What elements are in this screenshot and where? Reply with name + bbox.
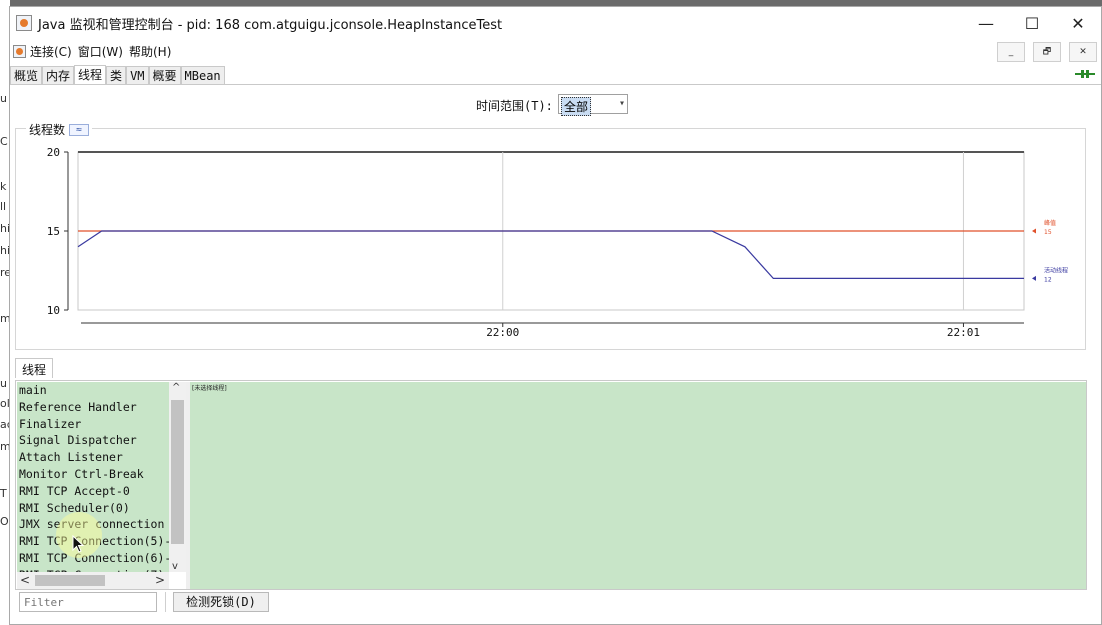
x-tick-label: 22:01 [947, 326, 980, 339]
scroll-up-icon[interactable]: ^ [172, 382, 180, 393]
chevron-down-icon: ▾ [618, 98, 625, 109]
y-tick-label: 15 [47, 225, 60, 238]
bg-char: u [0, 92, 7, 105]
minimize-button[interactable]: — [963, 7, 1009, 39]
close-button[interactable]: ✕ [1055, 7, 1101, 39]
thread-count-chart: 10 15 20 22:00 22:01 峰值 15 活动线程 12 [47, 146, 1068, 339]
y-tick-label: 20 [47, 146, 60, 159]
legend-value: 12 [1044, 276, 1052, 283]
title-bar[interactable]: Java 监视和管理控制台 - pid: 168 com.atguigu.jco… [10, 7, 1101, 39]
threads-area: main Reference Handler Finalizer Signal Dis… [15, 380, 1087, 590]
jconsole-window: Java 监视和管理控制台 - pid: 168 com.atguigu.jco… [9, 6, 1102, 625]
mdi-restore-button[interactable]: 🗗 [1033, 42, 1061, 62]
menu-bar: 连接(C) 窗口(W) 帮助(H) _ 🗗 ✕ [10, 40, 1101, 62]
window-title: Java 监视和管理控制台 - pid: 168 com.atguigu.jco… [38, 17, 503, 33]
scroll-down-icon[interactable]: v [172, 561, 178, 572]
thread-count-chart-panel: 线程数 ≈ 10 15 20 22:00 22:01 峰值 15 活动线程 12 [15, 121, 1086, 350]
bg-char: C [0, 135, 8, 148]
filter-input[interactable] [19, 592, 157, 612]
filter-row: 检测死锁(D) [15, 591, 1087, 617]
detect-deadlock-button[interactable]: 检测死锁(D) [173, 592, 269, 612]
thread-list-item[interactable]: Signal Dispatcher [17, 432, 169, 449]
x-tick-label: 22:00 [486, 326, 519, 339]
tab-overview[interactable]: 概览 [10, 66, 43, 84]
bg-char: k [0, 180, 7, 193]
thread-list-hscrollbar[interactable]: < > [17, 572, 169, 589]
toolbar-separator [165, 592, 166, 612]
legend-value: 15 [1044, 229, 1052, 236]
threads-subtab[interactable]: 线程 [15, 358, 54, 378]
legend-name: 峰值 [1044, 219, 1056, 227]
scroll-right-icon[interactable]: > [155, 573, 165, 587]
menu-connect[interactable]: 连接(C) [30, 43, 72, 60]
thread-list-vscrollbar[interactable]: ^ v [169, 382, 186, 572]
time-range-value: 全部 [561, 97, 592, 116]
tab-classes[interactable]: 类 [106, 66, 127, 84]
tab-mbean[interactable]: MBean [180, 66, 225, 84]
tab-summary[interactable]: 概要 [148, 66, 181, 84]
thread-details-pane: [未选择线程] [190, 382, 1086, 589]
thread-list-item[interactable]: Finalizer [17, 416, 169, 433]
java-app-icon [16, 15, 32, 31]
java-menu-icon[interactable] [13, 44, 26, 58]
thread-list-item[interactable]: Reference Handler [17, 399, 169, 416]
scroll-left-icon[interactable]: < [20, 573, 30, 587]
bg-char: ll [0, 200, 7, 213]
bg-char: O [0, 515, 9, 528]
time-range-select[interactable]: 全部 ▾ [558, 94, 628, 116]
thread-list-item[interactable]: Attach Listener [17, 449, 169, 466]
tab-threads[interactable]: 线程 [74, 65, 107, 84]
maximize-button[interactable]: ☐ [1009, 7, 1055, 39]
series-end-marker [1032, 275, 1036, 281]
menu-window[interactable]: 窗口(W) [78, 43, 123, 60]
series-end-marker [1032, 228, 1036, 234]
thread-list-item[interactable]: RMI Scheduler(0) [17, 500, 169, 517]
mdi-close-button[interactable]: ✕ [1069, 42, 1097, 62]
menu-help[interactable]: 帮助(H) [129, 43, 171, 60]
hscroll-thumb[interactable] [35, 575, 105, 586]
mouse-cursor-icon [72, 535, 85, 553]
time-range-label: 时间范围(T): [476, 99, 553, 113]
y-tick-label: 10 [47, 304, 60, 317]
tab-vm[interactable]: VM [126, 66, 149, 84]
legend-name: 活动线程 [1044, 266, 1068, 274]
thread-list-item[interactable]: Monitor Ctrl-Break [17, 466, 169, 483]
mdi-minimize-button[interactable]: _ [997, 42, 1025, 62]
main-tabbar: 概览 内存 线程 类 VM 概要 MBean [10, 65, 1101, 85]
thread-list-item[interactable]: RMI TCP Accept-0 [17, 483, 169, 500]
thread-list-item[interactable]: main [17, 382, 169, 399]
time-range-row: 时间范围(T): 全部 ▾ [10, 94, 1101, 116]
tab-memory[interactable]: 内存 [42, 66, 75, 84]
connection-status-icon [1075, 70, 1095, 78]
bg-char: T [0, 487, 7, 500]
bg-char: u [0, 377, 7, 390]
vscroll-thumb[interactable] [171, 400, 184, 544]
no-thread-selected-text: [未选择线程] [192, 385, 227, 392]
